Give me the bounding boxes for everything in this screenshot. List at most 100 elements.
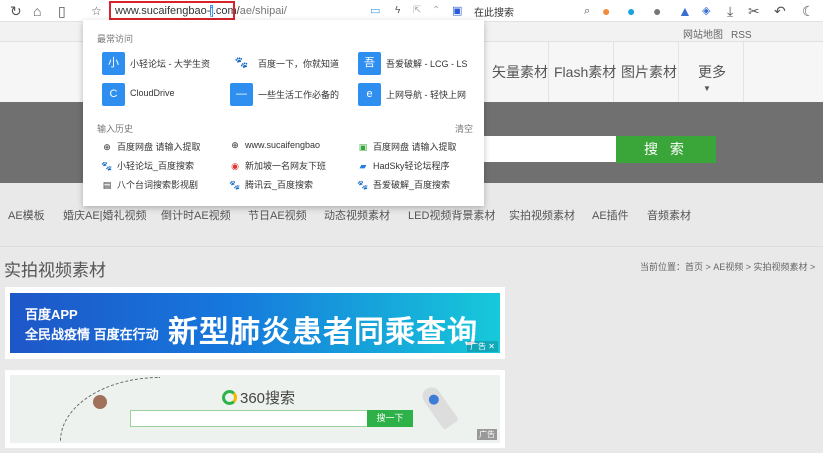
history-item[interactable]: 🐾 腾讯云_百度搜索 <box>229 178 349 191</box>
orbit-decoration <box>60 377 160 441</box>
frequent-label: 一些生活工作必备的 <box>258 90 340 100</box>
nav-images[interactable]: 图片素材 <box>621 62 677 82</box>
sitemap-link[interactable]: 网站地图 <box>683 30 723 41</box>
history-item[interactable]: 🐾 吾爱破解_百度搜索 <box>357 178 477 191</box>
scissors-icon[interactable]: ✂ <box>748 2 760 20</box>
history-label: HadSky轻论坛程序 <box>373 161 450 171</box>
category-link[interactable]: 节日AE视频 <box>248 207 307 223</box>
page-title: 实拍视频素材 <box>4 261 106 280</box>
nav-vector[interactable]: 矢量素材 <box>492 62 548 82</box>
baidu-icon: 🐾 <box>101 161 113 171</box>
site-search-button[interactable]: 搜 索 <box>616 136 716 163</box>
history-item[interactable]: ▤ 八个台词搜索影视剧 <box>101 178 221 191</box>
undo-icon[interactable]: ↶ <box>774 2 786 20</box>
history-item[interactable]: ▰ HadSky轻论坛程序 <box>357 159 477 172</box>
caret-down-icon[interactable]: ▼ <box>703 84 711 93</box>
frequent-item[interactable]: e 上网导航 - 轻快上网 <box>358 83 488 107</box>
history-item[interactable]: ⊕ 百度网盘 请输入提取 <box>101 140 221 153</box>
360-search-ad: 360搜索 搜一下 广告 <box>5 370 505 448</box>
360-logo: 360搜索 <box>222 387 295 408</box>
frequent-title: 最常访问 <box>97 34 134 44</box>
frequent-label: 上网导航 - 轻快上网 <box>386 90 466 100</box>
download-icon[interactable]: ⤓ <box>727 2 733 20</box>
divider <box>0 246 823 247</box>
ie-icon: e <box>358 83 381 106</box>
baidu-icon: 🐾 <box>357 180 369 190</box>
extension2-icon[interactable]: ▲ <box>678 2 692 20</box>
globe-icon: ⊕ <box>231 140 239 150</box>
site-icon: 小 <box>102 52 125 75</box>
breadcrumb: 当前位置：首页 > AE视频 > 实拍视频素材 > <box>640 262 816 272</box>
site-icon: — <box>230 83 253 106</box>
history-label: 小轻论坛_百度搜索 <box>117 161 195 171</box>
category-link[interactable]: 动态视频素材 <box>324 207 390 223</box>
history-item[interactable]: 🐾 小轻论坛_百度搜索 <box>101 159 221 172</box>
frequent-item[interactable]: — 一些生活工作必备的 <box>230 83 360 107</box>
frequent-item[interactable]: 吾吾爱破解 - LCG - LS <box>358 52 488 76</box>
search-icon[interactable]: ⌕ <box>584 2 590 20</box>
category-link[interactable]: 婚庆AE|婚礼视频 <box>63 207 147 223</box>
category-link[interactable]: AE模板 <box>8 207 45 223</box>
category-link[interactable]: 音频素材 <box>647 207 691 223</box>
rocket-icon <box>419 383 459 431</box>
history-label: 百度网盘 请输入提取 <box>373 142 457 152</box>
frequent-item[interactable]: 🐾 百度一下，你就知道 <box>230 52 360 76</box>
rss-link[interactable]: RSS <box>731 30 752 41</box>
chevron-up-icon[interactable]: ⌃ <box>432 2 440 20</box>
site-icon: C <box>102 83 125 106</box>
frequent-label: CloudDrive <box>130 88 175 98</box>
page-icon: ▤ <box>102 180 112 190</box>
reload-icon[interactable]: ↻ <box>10 2 22 20</box>
history-title: 输入历史 <box>97 124 134 134</box>
shield-icon[interactable]: ◈ <box>702 2 710 20</box>
baidu-icon: 🐾 <box>230 52 253 75</box>
history-label: www.sucaifengbao <box>245 140 321 150</box>
ad-tag: 广告 <box>477 429 497 440</box>
history-label: 八个台词搜索影视剧 <box>117 180 199 190</box>
nav-divider <box>743 42 744 102</box>
baidu-ad-banner[interactable]: 百度APP 全民战疫情 百度在行动 新型肺炎患者同乘查询 广告 ✕ <box>5 287 505 359</box>
home-icon[interactable]: ⌂ <box>33 2 41 20</box>
nav-flash[interactable]: Flash素材 <box>554 62 616 82</box>
clear-history-button[interactable]: 清空 <box>455 122 473 135</box>
night-mode-icon[interactable]: ☾ <box>802 2 815 20</box>
ad-close-tag[interactable]: 广告 ✕ <box>467 341 498 352</box>
browser-toolbar: ↻ ⌂ ▯ ☆ www.sucaifengbao-j.com/ae/shipai… <box>0 0 823 22</box>
share-icon[interactable]: ⇱ <box>413 2 421 20</box>
globe-icon: ⊕ <box>103 142 111 152</box>
history-label: 新加坡一名网友下班 <box>245 161 327 171</box>
nav-divider <box>548 42 549 102</box>
frequent-label: 百度一下，你就知道 <box>258 59 340 69</box>
history-item[interactable]: ▣ 百度网盘 请输入提取 <box>357 140 477 153</box>
baidu-search-engine-icon[interactable]: ▣ <box>452 2 462 20</box>
star-icon[interactable]: ☆ <box>91 2 102 20</box>
frequent-item[interactable]: 小小轻论坛 - 大学生资 <box>102 52 232 76</box>
game-icon[interactable]: ● <box>602 2 610 20</box>
category-link[interactable]: AE插件 <box>592 207 629 223</box>
browser-search-input[interactable]: 在此搜索 <box>474 4 514 19</box>
history-label: 百度网盘 请输入提取 <box>117 142 201 152</box>
category-link[interactable]: 实拍视频素材 <box>509 207 575 223</box>
category-link[interactable]: 倒计时AE视频 <box>161 207 231 223</box>
ad-logo: 百度APP <box>25 307 78 322</box>
weibo-icon: ◉ <box>231 161 239 171</box>
history-item[interactable]: ⊕ www.sucaifengbao <box>229 140 349 151</box>
reader-icon[interactable]: ▯ <box>58 2 66 20</box>
nav-divider <box>678 42 679 102</box>
screen-icon[interactable]: ▭ <box>370 2 380 20</box>
planet-icon <box>93 395 107 409</box>
site-icon: ▣ <box>358 142 368 152</box>
ad-search-button[interactable]: 搜一下 <box>367 410 413 427</box>
bolt-icon[interactable]: ϟ <box>395 2 400 20</box>
ad-subtitle: 全民战疫情 百度在行动 <box>25 327 159 342</box>
history-label: 吾爱破解_百度搜索 <box>373 180 451 190</box>
frequent-item[interactable]: C CloudDrive <box>102 83 232 107</box>
history-item[interactable]: ◉ 新加坡一名网友下班 <box>229 159 349 172</box>
download-ext-icon[interactable]: ● <box>653 2 661 20</box>
category-link[interactable]: LED视频背景素材 <box>408 207 495 223</box>
extension-icon[interactable]: ● <box>627 2 635 20</box>
history-label: 腾讯云_百度搜索 <box>245 180 314 190</box>
ad-search-input[interactable] <box>130 410 368 427</box>
nav-more[interactable]: 更多 <box>698 62 726 82</box>
ad-headline: 新型肺炎患者同乘查询 <box>168 316 478 349</box>
